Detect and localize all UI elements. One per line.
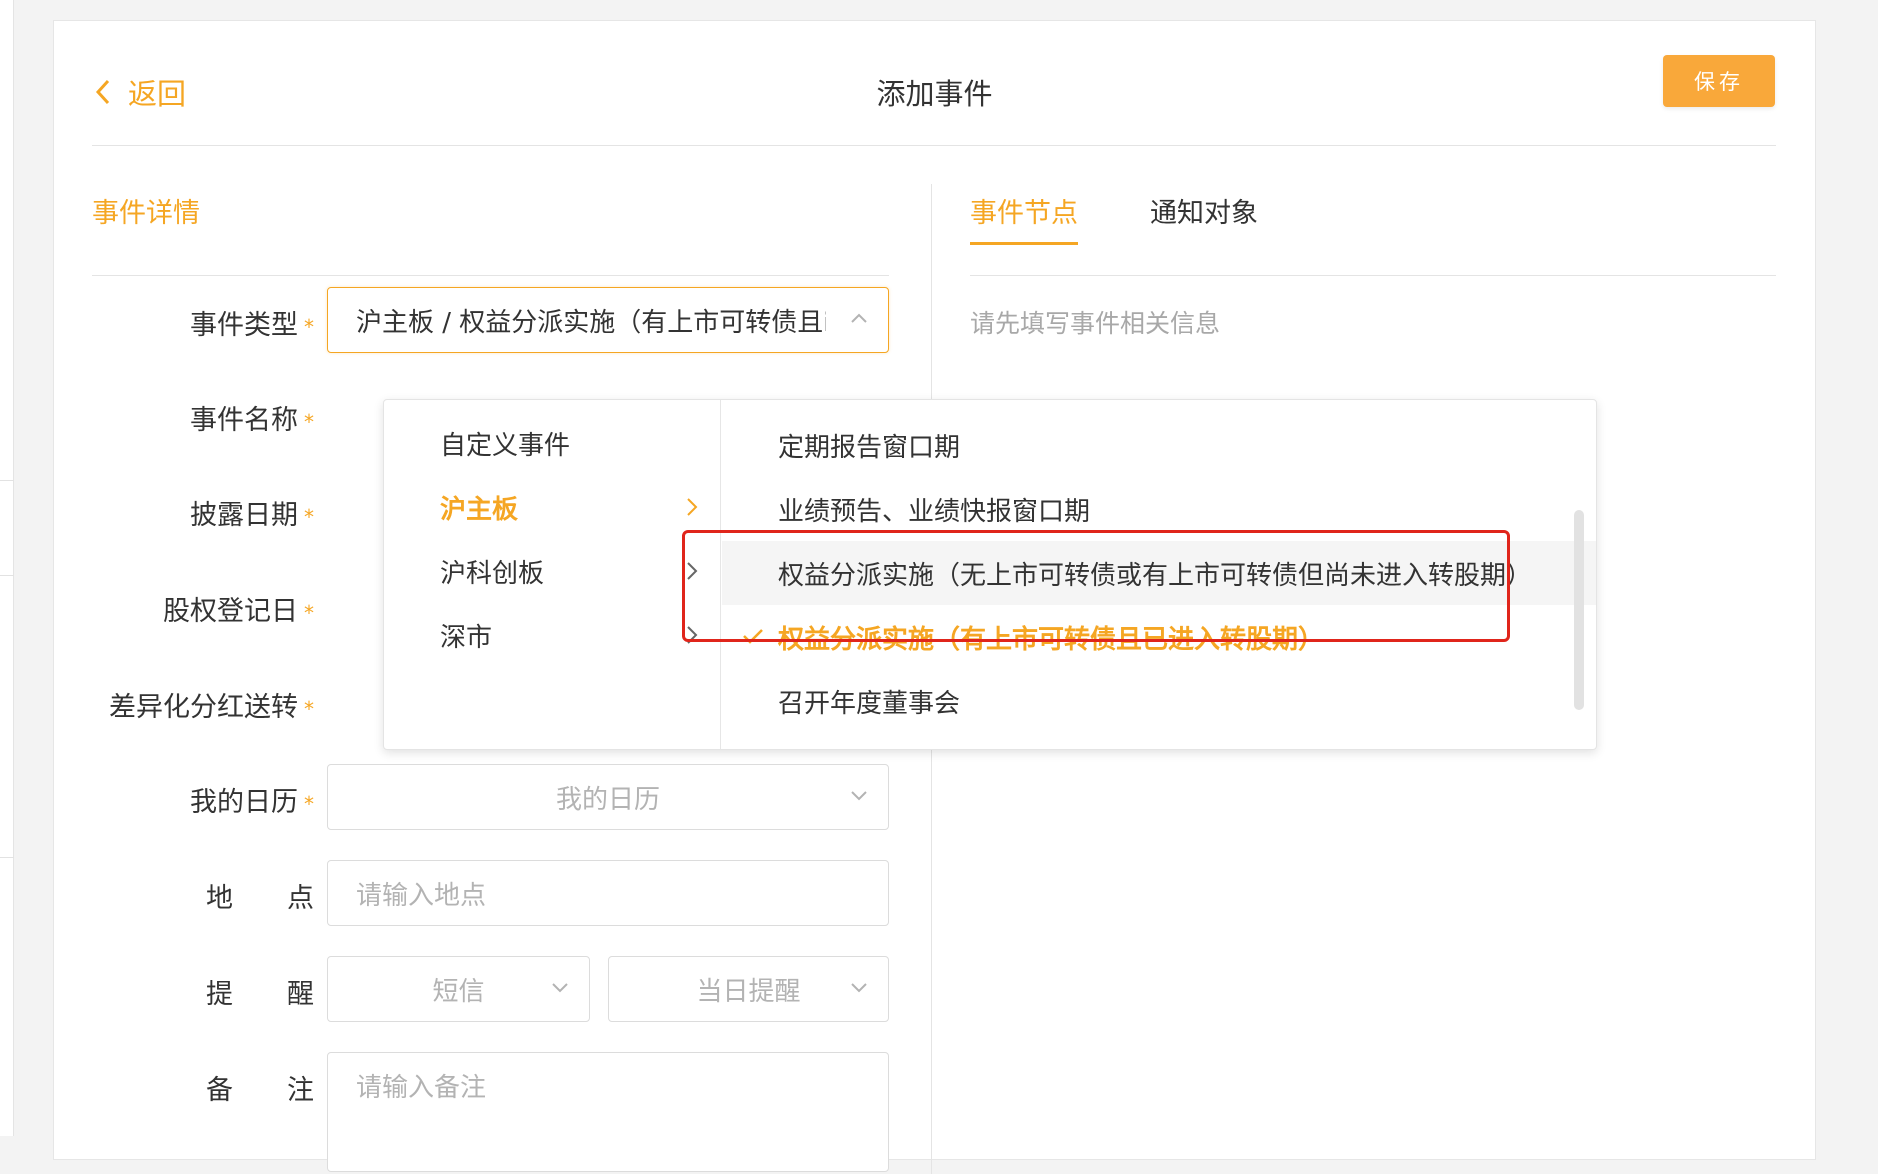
remarks-label: 备 注 <box>206 1075 314 1106</box>
option-item[interactable]: 定期报告窗口期 <box>722 413 1596 477</box>
event-type-value: 沪主板 / 权益分派实施（有上市可转债且i <box>356 307 826 338</box>
reminder-channel-value: 短信 <box>432 976 485 1007</box>
event-type-select[interactable]: 沪主板 / 权益分派实施（有上市可转债且i <box>327 287 889 353</box>
reminder-timing-select[interactable]: 当日提醒 <box>608 956 889 1022</box>
add-event-card: 返回 添加事件 保存 事件详情 事件节点 通知对象 请先填写事件相关信息 事件类… <box>53 20 1816 1174</box>
remarks-placeholder: 请输入备注 <box>356 1073 487 1103</box>
section-divider <box>92 275 889 276</box>
option-item-hover[interactable]: 权益分派实施（无上市可转债或有上市可转债但尚未进入转股期） <box>722 541 1596 605</box>
cascader-option-list: 定期报告窗口期 业绩预告、业绩快报窗口期 权益分派实施（无上市可转债或有上市可转… <box>722 400 1596 749</box>
reminder-timing-value: 当日提醒 <box>696 976 801 1007</box>
tab-event-nodes[interactable]: 事件节点 <box>970 191 1078 245</box>
option-item[interactable]: 召开年度董事会 <box>722 669 1596 733</box>
header-divider <box>92 145 1776 146</box>
right-tabs: 事件节点 通知对象 <box>970 191 1776 277</box>
location-label: 地 点 <box>206 883 314 914</box>
event-type-label: 事件类型 * <box>190 310 314 341</box>
chevron-right-icon <box>687 562 698 580</box>
chevron-right-icon <box>687 626 698 644</box>
left-strip <box>0 0 14 1136</box>
save-button[interactable]: 保存 <box>1663 55 1775 107</box>
chevron-down-icon <box>552 983 568 993</box>
diff-dividend-label: 差异化分红送转 * <box>109 692 314 723</box>
event-type-cascader: 自定义事件 沪主板 沪科创板 深市 定期报告窗口期 业绩预告、业绩快报窗口期 权… <box>383 399 1597 750</box>
reminder-label: 提 醒 <box>206 979 314 1010</box>
location-input[interactable]: 请输入地点 <box>327 860 889 926</box>
chevron-right-icon <box>687 498 698 516</box>
location-placeholder: 请输入地点 <box>356 880 487 911</box>
category-item-custom[interactable]: 自定义事件 <box>384 411 720 475</box>
tab-notify-targets[interactable]: 通知对象 <box>1150 191 1258 230</box>
category-item-sz[interactable]: 深市 <box>384 603 720 667</box>
check-icon <box>743 629 763 644</box>
event-name-label: 事件名称 * <box>190 405 314 436</box>
tabs-divider <box>970 275 1776 276</box>
remarks-textarea[interactable]: 请输入备注 <box>327 1052 889 1172</box>
reminder-channel-select[interactable]: 短信 <box>327 956 590 1022</box>
dropdown-scrollbar[interactable] <box>1574 510 1584 710</box>
calendar-value: 我的日历 <box>555 784 660 815</box>
page-header: 返回 添加事件 保存 <box>54 21 1815 146</box>
section-title: 事件详情 <box>92 198 200 229</box>
calendar-select[interactable]: 我的日历 <box>327 764 889 830</box>
chevron-up-icon <box>851 313 867 323</box>
equity-reg-date-label: 股权登记日 * <box>163 596 314 627</box>
disclosure-date-label: 披露日期 * <box>190 500 314 531</box>
page-title: 添加事件 <box>876 77 993 111</box>
category-item-sh-star[interactable]: 沪科创板 <box>384 539 720 603</box>
option-item-selected[interactable]: 权益分派实施（有上市可转债且已进入转股期） <box>722 605 1596 669</box>
event-details-section: 事件详情 <box>92 191 889 276</box>
chevron-down-icon <box>851 983 867 993</box>
nodes-hint: 请先填写事件相关信息 <box>970 309 1221 338</box>
cascader-category-list: 自定义事件 沪主板 沪科创板 深市 <box>384 400 721 749</box>
option-item[interactable]: 业绩预告、业绩快报窗口期 <box>722 477 1596 541</box>
category-item-sh-main[interactable]: 沪主板 <box>384 475 720 539</box>
calendar-label: 我的日历 * <box>190 787 314 818</box>
chevron-down-icon <box>851 791 867 801</box>
